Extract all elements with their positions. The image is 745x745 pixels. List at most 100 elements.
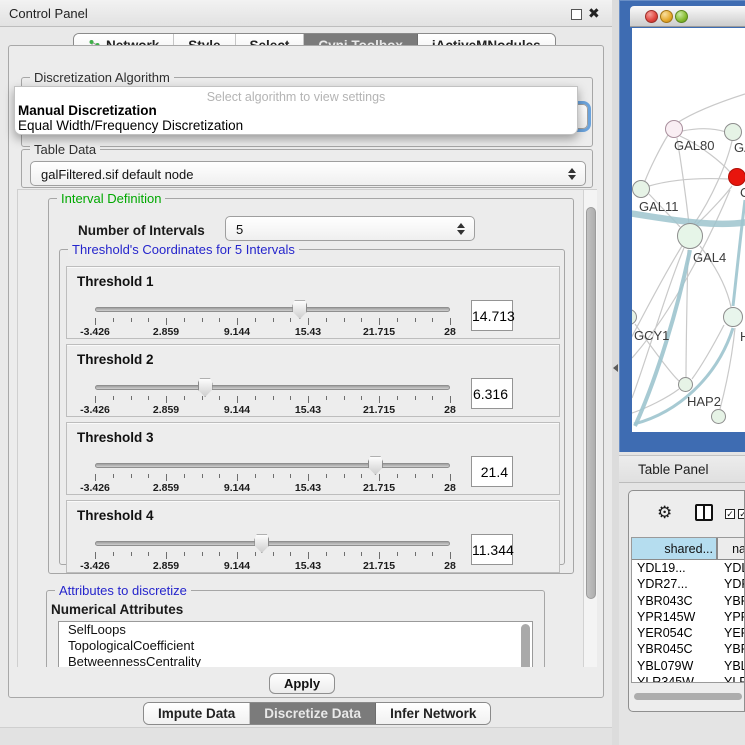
minimize-traffic-light-icon[interactable] bbox=[660, 10, 673, 23]
slider-tick bbox=[219, 318, 220, 322]
slider-tick-label: 21.715 bbox=[363, 326, 395, 338]
table-row[interactable]: YBR043CYBR0 bbox=[632, 593, 745, 609]
panel-divider[interactable] bbox=[612, 0, 619, 745]
threshold-3-value-field[interactable]: 21.4 bbox=[471, 456, 513, 487]
table-rows: YDL19...YDL1YDR27...YDR2YBR043CYBR0YPR14… bbox=[632, 560, 745, 683]
slider-tick bbox=[397, 396, 398, 400]
threshold-1-value-field[interactable]: 14.713 bbox=[471, 300, 513, 331]
network-node[interactable] bbox=[665, 120, 683, 138]
slider-tick bbox=[397, 318, 398, 322]
slider-tick bbox=[237, 474, 238, 481]
slider-track[interactable] bbox=[95, 541, 450, 546]
table-cell: YLR3 bbox=[718, 674, 745, 683]
table-cell: YLR345W bbox=[632, 674, 718, 683]
network-node[interactable] bbox=[723, 307, 743, 327]
table-cell: YPR145W bbox=[632, 609, 718, 625]
control-panel-window: Control Panel ✖ Network Style Select Cyn… bbox=[0, 0, 612, 745]
numerical-attributes-list[interactable]: SelfLoopsTopologicalCoefficientBetweenne… bbox=[58, 621, 533, 667]
threshold-3-slider[interactable]: -3.4262.8599.14415.4321.71528 bbox=[93, 423, 452, 496]
slider-tick bbox=[113, 552, 114, 556]
threshold-4-slider[interactable]: -3.4262.8599.14415.4321.71528 bbox=[93, 501, 452, 574]
table-row[interactable]: YLR345WYLR3 bbox=[632, 674, 745, 683]
tab-infer-network[interactable]: Infer Network bbox=[376, 703, 490, 724]
float-window-icon[interactable] bbox=[571, 9, 582, 20]
zoom-traffic-light-icon[interactable] bbox=[675, 10, 688, 23]
slider-tick-label: 28 bbox=[444, 482, 456, 494]
slider-tick-label: 9.144 bbox=[224, 326, 250, 338]
slider-tick bbox=[202, 396, 203, 400]
threshold-2-slider[interactable]: -3.4262.8599.14415.4321.71528 bbox=[93, 345, 452, 418]
slider-tick bbox=[344, 318, 345, 322]
slider-thumb[interactable] bbox=[254, 534, 269, 553]
checkbox-icon[interactable]: ✓ bbox=[725, 509, 735, 519]
slider-track[interactable] bbox=[95, 385, 450, 390]
slider-tick-label: 15.43 bbox=[295, 482, 321, 494]
number-of-intervals-combo[interactable]: 5 bbox=[225, 216, 475, 241]
network-node[interactable] bbox=[677, 223, 703, 249]
popup-item[interactable]: Equal Width/Frequency Discretization bbox=[15, 118, 577, 133]
list-item[interactable]: SelfLoops bbox=[59, 622, 532, 638]
close-icon[interactable]: ✖ bbox=[588, 5, 600, 22]
table-horizontal-scrollbar[interactable] bbox=[634, 693, 742, 700]
table-data-combo[interactable]: galFiltered.sif default node bbox=[30, 161, 586, 186]
table-row[interactable]: YBR045CYBR0 bbox=[632, 641, 745, 657]
slider-thumb[interactable] bbox=[368, 456, 383, 475]
table-panel-title: Table Panel bbox=[638, 462, 709, 477]
gear-icon[interactable]: ⚙ bbox=[657, 503, 672, 523]
popup-item[interactable]: Manual Discretization bbox=[15, 103, 577, 118]
network-node[interactable] bbox=[728, 168, 745, 186]
table-row[interactable]: YDR27...YDR2 bbox=[632, 576, 745, 592]
column-header-shared[interactable]: shared... bbox=[632, 538, 718, 559]
attributes-group: Attributes to discretize Numerical Attri… bbox=[46, 590, 545, 667]
table-row[interactable]: YPR145WYPR1 bbox=[632, 609, 745, 625]
table-row[interactable]: YER054CYER0 bbox=[632, 625, 745, 641]
apply-button[interactable]: Apply bbox=[269, 673, 335, 694]
slider-tick-label: 2.859 bbox=[153, 326, 179, 338]
slider-tick-label: 21.715 bbox=[363, 482, 395, 494]
slider-tick bbox=[219, 552, 220, 556]
list-item[interactable]: TopologicalCoefficient bbox=[59, 638, 532, 654]
threshold-4-value-field[interactable]: 11.344 bbox=[471, 534, 513, 565]
list-scrollbar[interactable] bbox=[521, 624, 530, 667]
network-canvas[interactable]: GAL80 GA C GAL11 GAL4 GCY1 H HAP2 bbox=[632, 28, 745, 432]
slider-thumb[interactable] bbox=[198, 378, 213, 397]
slider-tick bbox=[95, 396, 96, 403]
network-node[interactable] bbox=[724, 123, 742, 141]
tab-discretize-data[interactable]: Discretize Data bbox=[250, 703, 376, 724]
network-node[interactable] bbox=[711, 409, 726, 424]
slider-tick bbox=[131, 474, 132, 478]
network-node[interactable] bbox=[632, 180, 650, 198]
table-row[interactable]: YBL079WYBL0 bbox=[632, 658, 745, 674]
settings-scrollbar[interactable] bbox=[583, 190, 597, 667]
control-panel-titlebar: Control Panel ✖ bbox=[0, 0, 612, 27]
network-window-titlebar bbox=[630, 6, 745, 27]
slider-tick bbox=[308, 474, 309, 481]
close-traffic-light-icon[interactable] bbox=[645, 10, 658, 23]
slider-tick bbox=[379, 396, 380, 403]
slider-track[interactable] bbox=[95, 307, 450, 312]
slider-thumb[interactable] bbox=[292, 300, 307, 319]
slider-tick bbox=[166, 474, 167, 481]
slider-tick bbox=[397, 552, 398, 556]
column-layout-icon[interactable] bbox=[695, 504, 713, 521]
checkbox-icon[interactable]: ✓ bbox=[738, 509, 745, 519]
slider-tick bbox=[113, 474, 114, 478]
network-node[interactable] bbox=[678, 377, 693, 392]
settings-scrollbar-thumb[interactable] bbox=[586, 207, 596, 599]
node-label: C bbox=[740, 185, 745, 200]
slider-track[interactable] bbox=[95, 463, 450, 468]
column-header-name[interactable]: na bbox=[718, 538, 745, 559]
slider-tick bbox=[148, 474, 149, 478]
slider-tick bbox=[95, 552, 96, 559]
slider-tick bbox=[148, 318, 149, 322]
table-row[interactable]: YDL19...YDL1 bbox=[632, 560, 745, 576]
threshold-1-slider[interactable]: -3.4262.8599.14415.4321.71528 bbox=[93, 267, 452, 340]
threshold-2-value-field[interactable]: 6.316 bbox=[471, 378, 513, 409]
list-item[interactable]: BetweennessCentrality bbox=[59, 654, 532, 667]
slider-tick bbox=[361, 474, 362, 478]
divider-collapse-icon[interactable] bbox=[613, 364, 618, 372]
node-label: GAL80 bbox=[674, 138, 714, 153]
tab-impute-data[interactable]: Impute Data bbox=[144, 703, 250, 724]
number-of-intervals-label: Number of Intervals bbox=[78, 223, 205, 238]
slider-tick bbox=[148, 552, 149, 556]
